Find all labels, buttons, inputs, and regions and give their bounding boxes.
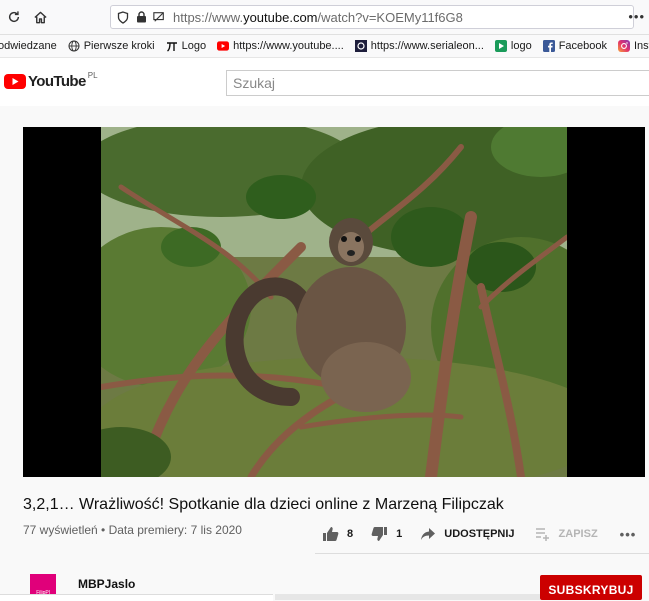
logo-script-icon	[166, 40, 178, 52]
shield-icon[interactable]	[117, 10, 129, 24]
dislike-button[interactable]: 1	[371, 526, 402, 542]
thumbs-down-icon	[371, 527, 388, 541]
instagram-icon	[618, 40, 630, 52]
bookmark-logo[interactable]: Logo	[166, 40, 206, 52]
premiere-date: Data premiery: 7 lis 2020	[108, 523, 242, 537]
search-input[interactable]: Szukaj	[226, 70, 649, 96]
page-actions-menu[interactable]: •••	[628, 9, 645, 24]
refresh-icon[interactable]	[4, 7, 24, 27]
lemur-scene-image	[101, 127, 567, 477]
address-bar[interactable]: https://www.youtube.com/watch?v=KOEMy11f…	[110, 5, 634, 29]
channel-name[interactable]: MBPJaslo	[78, 577, 135, 591]
video-title: 3,2,1… Wrażliwość! Spotkanie dla dzieci …	[23, 496, 504, 513]
bookmark-pierwsze-kroki[interactable]: Pierwsze kroki	[68, 40, 155, 52]
bookmark-facebook[interactable]: Facebook	[542, 40, 607, 52]
lock-icon[interactable]	[135, 11, 147, 23]
bookmark-logo-2[interactable]: logo	[494, 40, 532, 52]
video-meta: 77 wyświetleń • Data premiery: 7 lis 202…	[23, 523, 242, 537]
bookmark-youtube[interactable]: https://www.youtube....	[217, 40, 344, 52]
video-actions: 8 1 UDOSTĘPNIJ ZAPISZ •••	[322, 524, 636, 544]
serial-icon	[354, 40, 367, 52]
youtube-icon	[217, 40, 230, 52]
bookmarks-bar: odwiedzane Pierwsze kroki Logo https://w…	[0, 35, 649, 58]
thumbs-up-icon	[323, 527, 339, 541]
youtube-logo-icon	[4, 74, 26, 89]
more-actions-button[interactable]: •••	[620, 527, 637, 542]
bookmark-odwiedzane[interactable]: odwiedzane	[0, 40, 57, 52]
share-button[interactable]: UDOSTĘPNIJ	[420, 527, 515, 541]
divider	[315, 553, 649, 554]
bookmark-instagram[interactable]: Instagra	[618, 40, 649, 52]
bookmark-serialeonline[interactable]: https://www.serialeon...	[354, 40, 484, 52]
globe-icon	[68, 40, 80, 52]
url-text: https://www.youtube.com/watch?v=KOEMy11f…	[173, 9, 463, 25]
facebook-icon	[542, 40, 555, 52]
video-player[interactable]	[23, 127, 645, 477]
play-store-icon	[494, 40, 507, 52]
view-count: 77 wyświetleń	[23, 523, 98, 537]
bottom-panel-secondary	[275, 594, 540, 600]
browser-toolbar: https://www.youtube.com/watch?v=KOEMy11f…	[0, 0, 649, 35]
playlist-add-icon	[535, 528, 549, 541]
youtube-header: YouTube PL Szukaj	[0, 58, 649, 106]
youtube-logo[interactable]: YouTube PL	[4, 71, 98, 90]
like-button[interactable]: 8	[322, 526, 353, 542]
video-frame[interactable]	[101, 127, 567, 477]
home-icon[interactable]	[30, 7, 50, 27]
permissions-icon[interactable]	[153, 11, 165, 23]
subscribe-button[interactable]: SUBSKRYBUJ	[540, 575, 642, 600]
save-button[interactable]: ZAPISZ	[535, 527, 598, 541]
share-arrow-icon	[421, 528, 436, 540]
